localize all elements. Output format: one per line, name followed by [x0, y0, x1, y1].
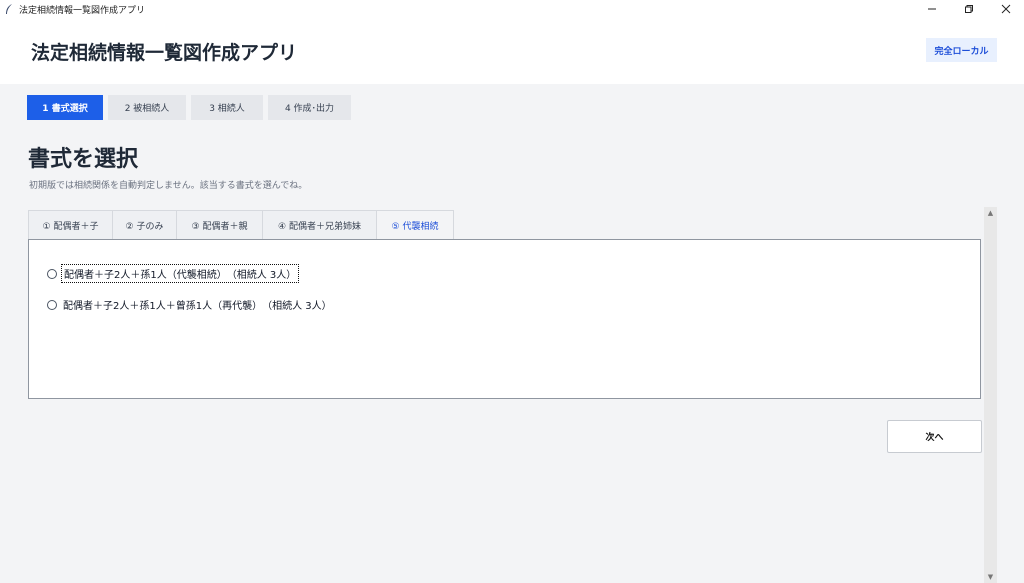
- page-title: 書式を選択: [28, 147, 139, 172]
- app-header: 法定相続情報一覧図作成アプリ 完全ローカル: [0, 18, 1024, 84]
- radio-button[interactable]: [47, 299, 57, 310]
- option-label[interactable]: 配偶者＋子2人＋孫1人＋曾孫1人（再代襲） （相続人 3人）: [61, 296, 334, 313]
- step-format-select[interactable]: 1 書式選択: [27, 95, 103, 120]
- next-button[interactable]: 次へ: [887, 420, 982, 453]
- scroll-down-icon[interactable]: ▼: [984, 571, 997, 583]
- tab-representative-succession[interactable]: ⑤ 代襲相続: [376, 210, 454, 240]
- option-label[interactable]: 配偶者＋子2人＋孫1人（代襲相続） （相続人 3人）: [61, 264, 300, 283]
- tab-spouse-children[interactable]: ① 配偶者＋子: [28, 210, 113, 240]
- window-controls: [913, 0, 1024, 18]
- local-badge: 完全ローカル: [926, 38, 997, 62]
- tab-spouse-siblings[interactable]: ④ 配偶者＋兄弟姉妹: [262, 210, 377, 240]
- page-subtitle: 初期版では相続関係を自動判定しません。該当する書式を選んでね。: [29, 181, 308, 191]
- close-icon[interactable]: [987, 0, 1024, 18]
- restore-icon[interactable]: [950, 0, 987, 18]
- format-tabs: ① 配偶者＋子 ② 子のみ ③ 配偶者＋親 ④ 配偶者＋兄弟姉妹 ⑤ 代襲相続: [28, 210, 454, 240]
- feather-icon: [4, 3, 14, 15]
- step-decedent[interactable]: 2 被相続人: [108, 95, 186, 120]
- option-row[interactable]: 配偶者＋子2人＋孫1人＋曾孫1人（再代襲） （相続人 3人）: [47, 296, 334, 313]
- scrollbar[interactable]: ▲ ▼: [984, 207, 997, 583]
- tab-children-only[interactable]: ② 子のみ: [112, 210, 177, 240]
- option-row[interactable]: 配偶者＋子2人＋孫1人（代襲相続） （相続人 3人）: [47, 264, 300, 283]
- window-title: 法定相続情報一覧図作成アプリ: [19, 5, 146, 16]
- step-create-output[interactable]: 4 作成･出力: [268, 95, 351, 120]
- minimize-icon[interactable]: [913, 0, 950, 18]
- window-titlebar: 法定相続情報一覧図作成アプリ: [0, 0, 1024, 18]
- step-heirs[interactable]: 3 相続人: [191, 95, 263, 120]
- step-nav: 1 書式選択 2 被相続人 3 相続人 4 作成･出力: [27, 95, 351, 120]
- radio-button[interactable]: [47, 268, 57, 279]
- options-panel: 配偶者＋子2人＋孫1人（代襲相続） （相続人 3人） 配偶者＋子2人＋孫1人＋曾…: [28, 239, 981, 399]
- scroll-up-icon[interactable]: ▲: [984, 207, 997, 219]
- app-title: 法定相続情報一覧図作成アプリ: [31, 42, 298, 64]
- tab-spouse-parents[interactable]: ③ 配偶者＋親: [176, 210, 263, 240]
